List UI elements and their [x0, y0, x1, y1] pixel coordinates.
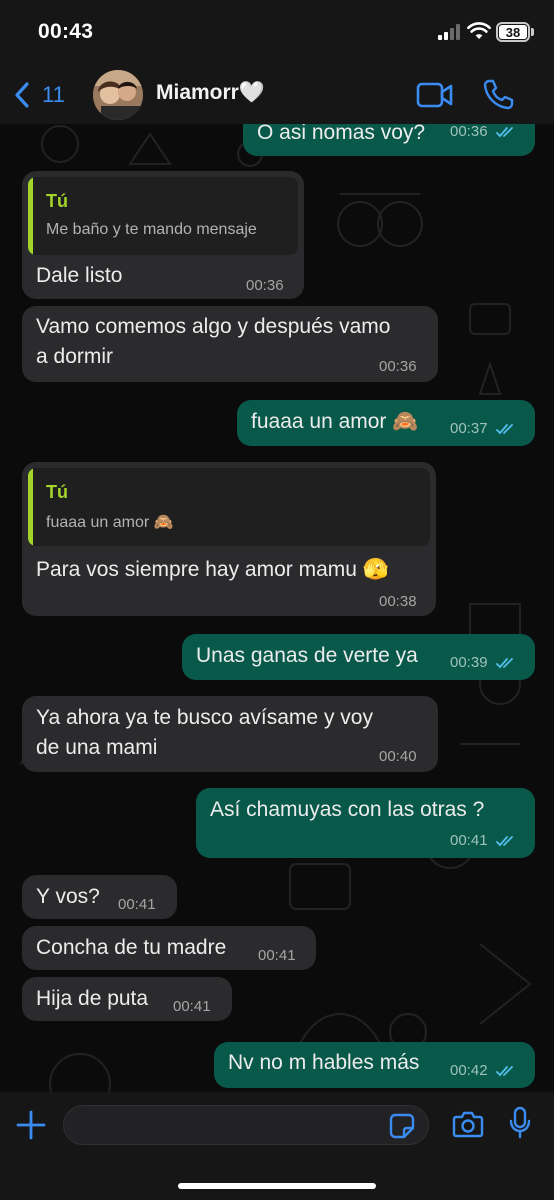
read-ticks-icon	[496, 1066, 513, 1077]
microphone-icon[interactable]	[508, 1106, 532, 1140]
message-text: Concha de tu madre	[36, 936, 227, 959]
message-text: Hija de puta	[36, 987, 149, 1010]
message-time: 00:41	[118, 896, 156, 913]
contact-avatar[interactable]	[93, 70, 143, 120]
quoted-message[interactable]: Tú Me baño y te mando mensaje	[28, 177, 298, 255]
status-bar: 00:43 38	[0, 0, 554, 66]
message-time: 00:38	[379, 593, 417, 610]
message-time: 00:42	[450, 1062, 488, 1079]
quote-text: Me baño y te mando mensaje	[46, 221, 257, 238]
message-text: Vamo comemos algo y después vamo a dormi…	[36, 315, 391, 368]
read-ticks-icon	[496, 836, 513, 847]
outgoing-message[interactable]: O asi nomas voy? 00:36	[243, 124, 535, 156]
input-bar	[0, 1092, 554, 1200]
incoming-message[interactable]: Hija de puta 00:41	[22, 977, 232, 1021]
plus-icon[interactable]	[16, 1110, 46, 1140]
contact-name[interactable]: Miamorr🤍	[156, 81, 265, 105]
chevron-left-icon	[15, 82, 29, 108]
read-ticks-icon	[496, 658, 513, 669]
outgoing-message[interactable]: Así chamuyas con las otras ? 00:41	[196, 788, 535, 858]
video-call-button[interactable]	[416, 80, 454, 110]
unread-count: 11	[42, 82, 65, 107]
avatar-photo	[93, 70, 143, 120]
message-time: 00:36	[246, 277, 284, 294]
incoming-message[interactable]: Tú fuaaa un amor 🙈 Para vos siempre hay am…	[22, 462, 436, 616]
quote-author: Tú	[46, 482, 68, 502]
message-text: Y vos?	[36, 885, 100, 908]
message-text: O asi nomas voy?	[257, 124, 426, 144]
outgoing-message[interactable]: fuaaa un amor 🙈 00:37	[237, 400, 535, 446]
outgoing-message[interactable]: Nv no m hables más 00:42	[214, 1042, 535, 1088]
chat-header: 11 Miamorr🤍	[0, 66, 554, 124]
voice-call-button[interactable]	[482, 78, 514, 110]
message-time: 00:41	[450, 832, 488, 849]
battery-level: 38	[505, 25, 521, 40]
wifi-icon	[467, 22, 491, 39]
battery-icon: 38	[496, 22, 530, 42]
message-time: 00:41	[258, 947, 296, 964]
message-time: 00:37	[450, 420, 488, 437]
message-text: fuaaa un amor 🙈	[251, 410, 419, 433]
battery-tip	[531, 28, 534, 36]
incoming-message[interactable]: Concha de tu madre 00:41	[22, 926, 316, 970]
home-indicator	[178, 1183, 376, 1189]
chat-area[interactable]: O asi nomas voy? 00:36 Tú Me baño y te mand…	[0, 124, 554, 1092]
message-text: Así chamuyas con las otras ?	[210, 798, 485, 821]
message-time: 00:40	[379, 748, 417, 765]
message-input[interactable]	[63, 1105, 429, 1145]
quote-text: fuaaa un amor 🙈	[46, 514, 174, 531]
incoming-message[interactable]: Ya ahora ya te busco avísame y voy de un…	[22, 696, 438, 772]
camera-icon[interactable]	[452, 1110, 484, 1138]
message-text: Para vos siempre hay amor mamu 🫣	[36, 558, 389, 581]
quote-accent-bar	[28, 177, 33, 255]
status-time: 00:43	[38, 20, 94, 43]
read-ticks-icon	[496, 424, 513, 435]
message-time: 00:39	[450, 654, 488, 671]
outgoing-message[interactable]: Unas ganas de verte ya 00:39	[182, 634, 535, 680]
read-ticks-icon	[496, 127, 513, 138]
incoming-message[interactable]: Tú Me baño y te mando mensaje Dale listo 00…	[22, 171, 304, 299]
sticker-icon[interactable]	[389, 1113, 415, 1139]
message-text: Unas ganas de verte ya	[196, 644, 418, 667]
message-text: Ya ahora ya te busco avísame y voy de un…	[36, 706, 373, 759]
incoming-message[interactable]: Vamo comemos algo y después vamo a dormi…	[22, 306, 438, 382]
message-text: Dale listo	[36, 264, 123, 287]
quote-author: Tú	[46, 191, 68, 211]
message-text: Nv no m hables más	[228, 1051, 420, 1074]
message-time: 00:36	[379, 358, 417, 375]
quote-accent-bar	[28, 468, 33, 546]
quoted-message[interactable]: Tú fuaaa un amor 🙈	[28, 468, 430, 546]
cellular-signal-icon	[438, 24, 462, 40]
incoming-message[interactable]: Y vos? 00:41	[22, 875, 177, 919]
message-time: 00:36	[450, 124, 488, 140]
back-button[interactable]: 11	[14, 75, 65, 115]
message-time: 00:41	[173, 998, 211, 1015]
